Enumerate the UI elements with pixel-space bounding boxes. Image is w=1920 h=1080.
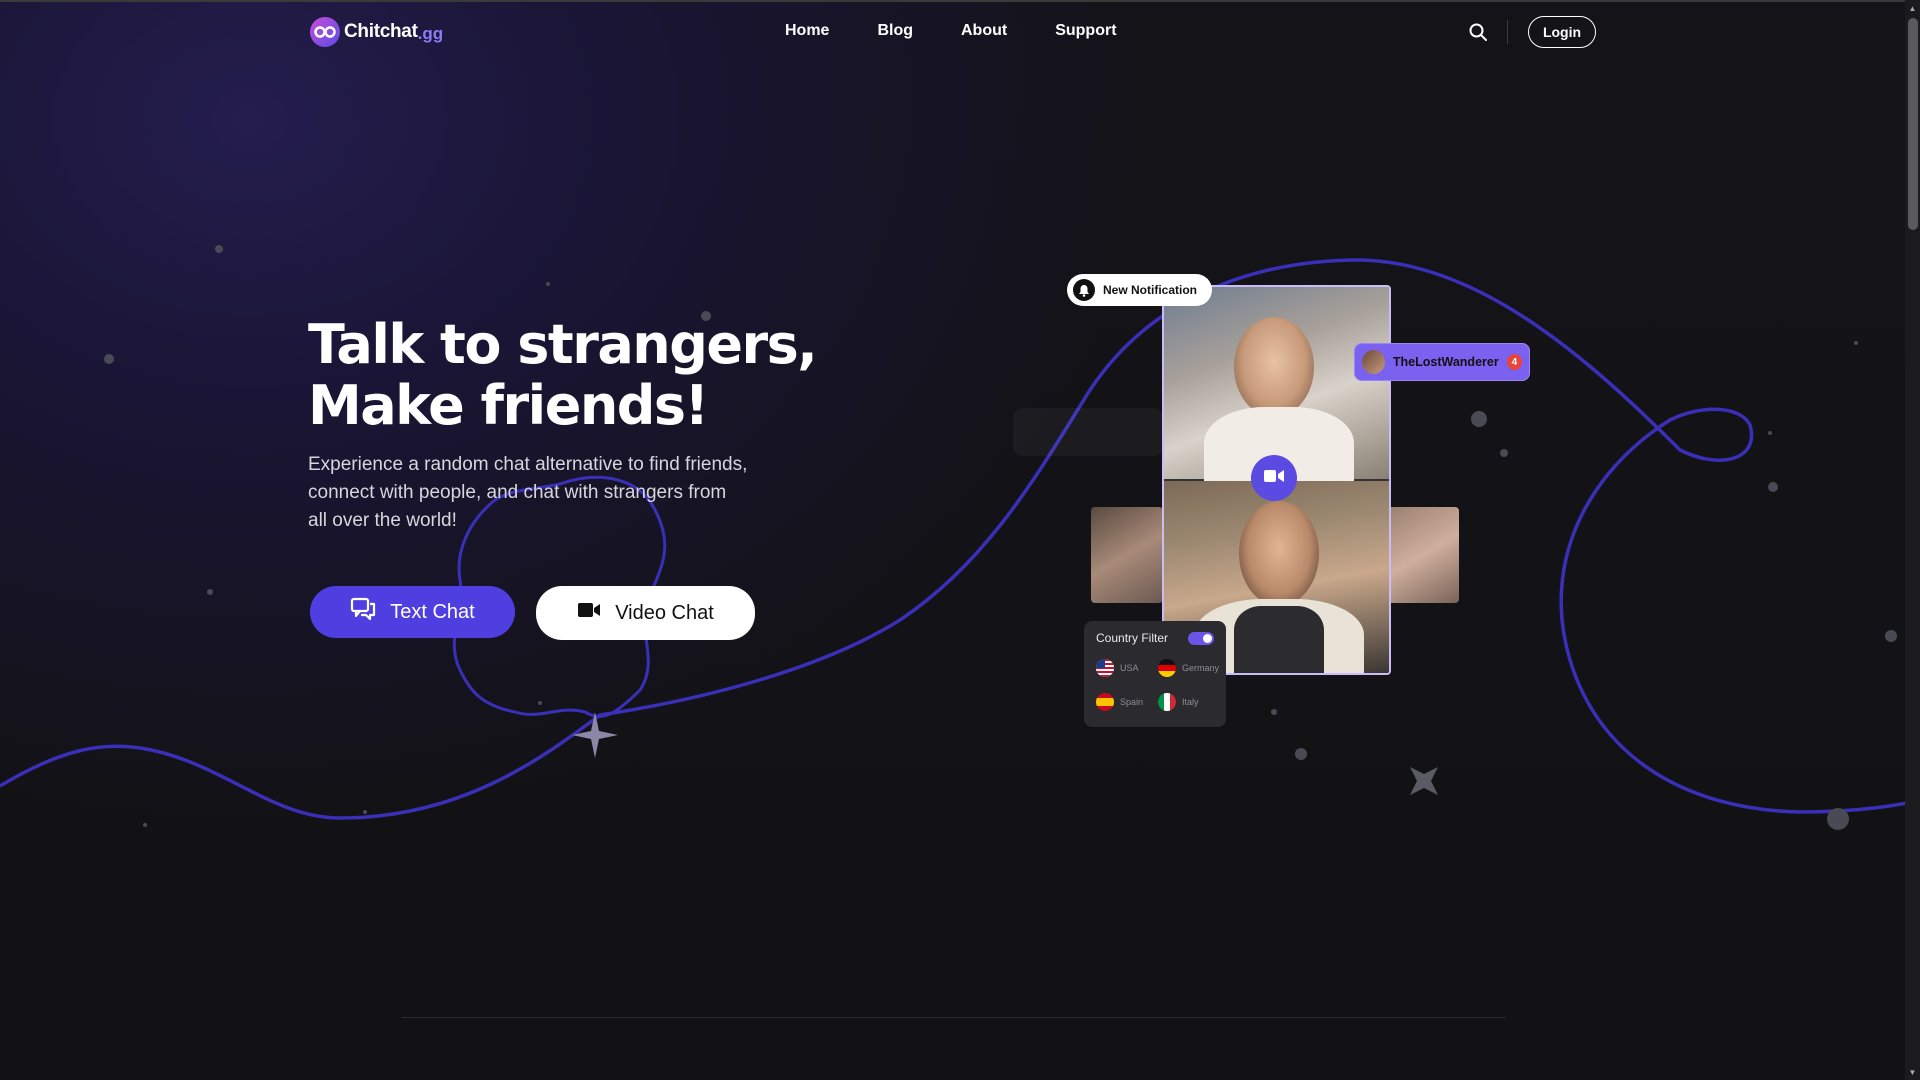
text-chat-button[interactable]: Text Chat xyxy=(310,586,515,638)
chat-bubbles-icon xyxy=(350,597,376,627)
nav-about-link[interactable]: About xyxy=(961,22,1007,40)
username: TheLostWanderer xyxy=(1392,355,1499,369)
country-option-germany[interactable]: Germany xyxy=(1158,659,1220,677)
usa-flag-icon xyxy=(1096,659,1114,677)
login-button[interactable]: Login xyxy=(1528,16,1596,48)
nav-blog-link[interactable]: Blog xyxy=(877,22,913,40)
camera-toggle-button[interactable] xyxy=(1251,455,1297,501)
country-filter-title: Country Filter xyxy=(1096,631,1169,645)
spain-flag-icon xyxy=(1096,693,1114,711)
bell-icon xyxy=(1073,279,1095,301)
headline-line-2: Make friends! xyxy=(308,374,709,437)
notification-label: New Notification xyxy=(1103,283,1198,297)
video-feed-top xyxy=(1164,287,1389,497)
video-camera-icon xyxy=(1263,468,1285,489)
unread-count-badge: 4 xyxy=(1506,354,1522,370)
brand-name: Chitchat xyxy=(344,21,418,42)
notification-pill: New Notification xyxy=(1067,274,1212,306)
sparkle-star xyxy=(1410,767,1438,795)
hero-subtitle: Experience a random chat alternative to … xyxy=(308,454,748,531)
logo-icon xyxy=(310,17,340,47)
italy-flag-icon xyxy=(1158,693,1176,711)
scrollbar-thumb[interactable] xyxy=(1908,18,1918,230)
search-icon[interactable] xyxy=(1468,22,1488,42)
germany-flag-icon xyxy=(1158,659,1176,677)
country-filter-toggle[interactable] xyxy=(1188,631,1214,645)
headline-line-1: Talk to strangers, xyxy=(308,313,818,376)
side-video-thumbnail-left xyxy=(1091,507,1163,603)
video-chat-label: Video Chat xyxy=(615,601,714,624)
decorative-background-art xyxy=(0,245,1920,830)
nav-home-link[interactable]: Home xyxy=(785,22,829,40)
main-navigation: Home Blog About Support xyxy=(785,22,1117,40)
text-chat-label: Text Chat xyxy=(390,600,475,623)
video-chat-button[interactable]: Video Chat xyxy=(536,586,755,640)
faded-chat-card xyxy=(1013,408,1163,456)
nav-support-link[interactable]: Support xyxy=(1055,22,1116,40)
brand-tld: .gg xyxy=(417,23,444,43)
avatar xyxy=(1362,350,1385,374)
header-separator xyxy=(1507,20,1508,44)
country-option-italy[interactable]: Italy xyxy=(1158,693,1220,711)
scroll-down-arrow[interactable]: ▼ xyxy=(1907,1068,1918,1078)
video-camera-icon xyxy=(577,601,601,625)
sparkle-star xyxy=(572,712,618,758)
user-message-chip: TheLostWanderer 4 xyxy=(1354,343,1530,381)
country-filter-card: Country Filter USA Germany Spain Italy xyxy=(1084,621,1226,727)
scroll-up-arrow[interactable]: ▲ xyxy=(1907,4,1918,14)
hero-headline: Talk to strangers, Make friends! xyxy=(308,313,818,437)
side-video-thumbnail-right xyxy=(1387,507,1459,603)
country-option-usa[interactable]: USA xyxy=(1096,659,1158,677)
decorative-curve-line xyxy=(0,258,1920,820)
section-divider xyxy=(402,1017,1506,1018)
country-option-spain[interactable]: Spain xyxy=(1096,693,1158,711)
brand-logo[interactable]: Chitchat .gg xyxy=(310,17,443,47)
